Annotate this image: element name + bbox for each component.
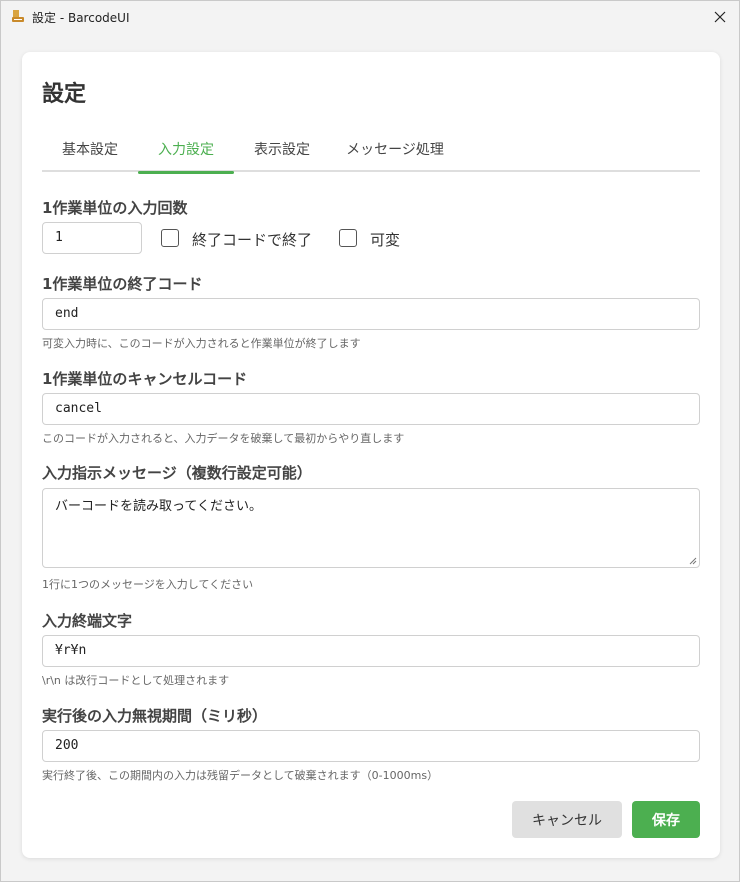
ignore-period-field[interactable]: 200 — [42, 730, 700, 762]
cancel-code-field[interactable]: cancel — [42, 393, 700, 425]
ignore-period-hint: 実行終了後、この期間内の入力は残留データとして破棄されます（0-1000ms） — [42, 769, 439, 782]
app-icon — [12, 10, 24, 22]
variable-checkbox[interactable] — [339, 229, 357, 247]
end-code-checkbox[interactable] — [161, 229, 179, 247]
input-count-field[interactable]: 1 — [42, 222, 142, 254]
cancel-code-hint: このコードが入力されると、入力データを破棄して最初からやり直します — [42, 432, 405, 445]
terminator-field[interactable]: ¥r¥n — [42, 635, 700, 667]
cancel-code-label: 1作業単位のキャンセルコード — [42, 370, 248, 388]
tab-bar: 基本設定 入力設定 表示設定 メッセージ処理 — [42, 126, 700, 174]
prompt-message-label: 入力指示メッセージ（複数行設定可能） — [42, 464, 312, 482]
title-bar: 設定 - BarcodeUI — [1, 1, 739, 33]
settings-card: 設定 基本設定 入力設定 表示設定 メッセージ処理 1作業単位の入力回数 1 終… — [22, 52, 720, 858]
terminator-label: 入力終端文字 — [42, 612, 133, 630]
terminator-hint: \r\n は改行コードとして処理されます — [42, 674, 230, 687]
prompt-message-text: バーコードを読み取ってください。 — [55, 499, 262, 514]
end-code-hint: 可変入力時に、このコードが入力されると作業単位が終了します — [42, 337, 361, 350]
page-title: 設定 — [42, 82, 87, 107]
settings-window: 設定 - BarcodeUI 設定 基本設定 入力設定 表示設定 メッセージ処理… — [0, 0, 740, 882]
window-title: 設定 - BarcodeUI — [32, 11, 130, 25]
tab-display-settings[interactable]: 表示設定 — [234, 126, 330, 172]
save-button[interactable]: 保存 — [632, 801, 700, 838]
close-icon — [714, 11, 726, 23]
resize-grip-icon[interactable] — [689, 557, 697, 565]
prompt-message-textarea[interactable]: バーコードを読み取ってください。 — [42, 488, 700, 568]
tab-message-processing[interactable]: メッセージ処理 — [330, 126, 460, 172]
cancel-button[interactable]: キャンセル — [512, 801, 622, 838]
prompt-message-hint: 1行に1つのメッセージを入力してください — [42, 578, 254, 591]
end-code-field[interactable]: end — [42, 298, 700, 330]
input-count-label: 1作業単位の入力回数 — [42, 199, 188, 217]
tab-basic-settings[interactable]: 基本設定 — [42, 126, 138, 172]
end-code-checkbox-label: 終了コードで終了 — [192, 231, 313, 249]
tab-input-settings[interactable]: 入力設定 — [138, 126, 234, 174]
end-code-label: 1作業単位の終了コード — [42, 275, 203, 293]
variable-checkbox-label: 可変 — [370, 231, 401, 249]
close-button[interactable] — [707, 5, 733, 29]
ignore-period-label: 実行後の入力無視期間（ミリ秒） — [42, 707, 268, 725]
